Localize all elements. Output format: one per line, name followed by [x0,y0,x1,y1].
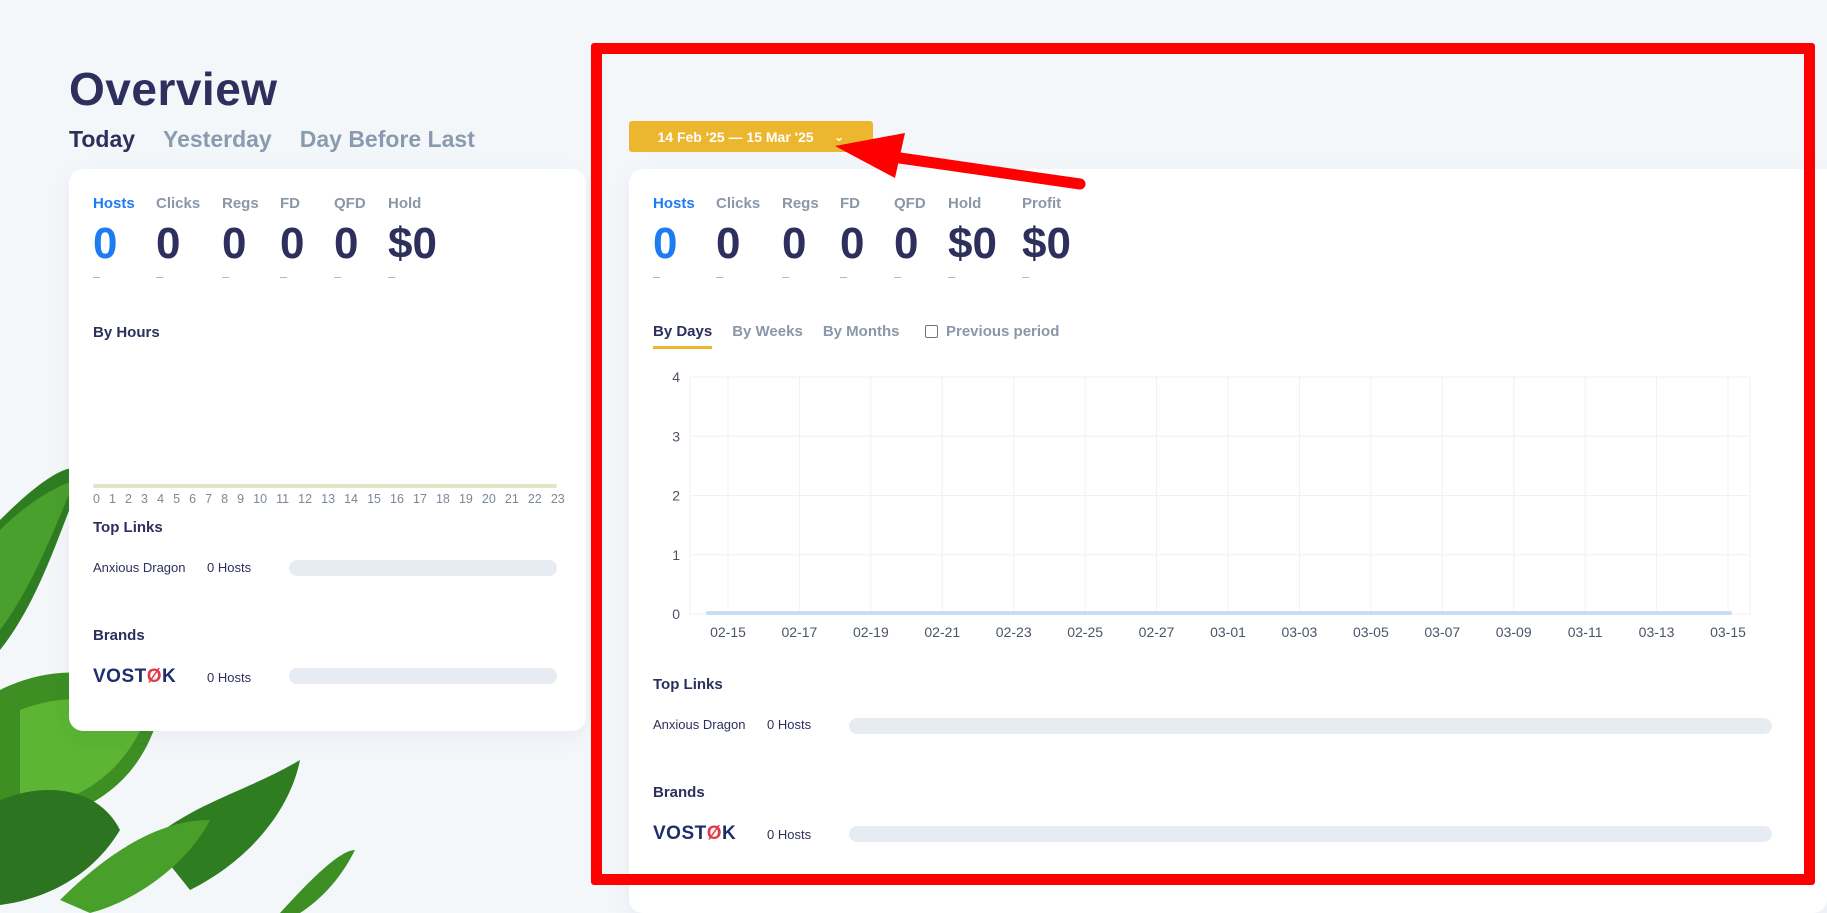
brand-row[interactable]: VOSTØK 0 Hosts [93,666,251,688]
hours-axis-labels: 0 1 2 3 4 5 6 7 8 9 10 11 12 13 14 15 16 17 18 19 20 21 22 23 [93,492,565,506]
metric-value: $0 [388,219,437,268]
metric-qfd[interactable]: QFD 0 – [334,195,388,283]
hour-tick-label: 2 [125,492,132,506]
hour-tick-label: 5 [173,492,181,506]
hour-tick-label: 6 [189,492,197,506]
metric-change: – [334,269,342,284]
metric-label: Clicks [156,195,201,212]
hour-tick-label: 8 [221,492,229,506]
hour-tick-label: 19 [458,492,473,506]
hour-tick-label: 4 [157,492,165,506]
top-link-row[interactable]: Anxious Dragon 0 Hosts [93,560,251,575]
hour-tick-label: 13 [321,492,336,506]
metric-label: QFD [334,195,366,212]
hour-tick-label: 18 [435,492,450,506]
hour-tick-label: 3 [141,492,148,506]
metric-label: FD [280,195,300,212]
metric-label: Hosts [93,195,135,212]
hour-tick-label: 1 [109,492,116,506]
metric-change: – [156,269,164,284]
highlight-box [591,43,1815,885]
metric-value: 0 [93,219,118,268]
top-links-title: Top Links [93,519,163,536]
metric-value: 0 [280,219,305,268]
by-hours-title: By Hours [93,324,160,341]
metric-hold[interactable]: Hold $0 – [388,195,458,283]
hour-tick-label: 14 [344,492,359,506]
day-tabs: Today Yesterday Day Before Last [69,126,475,153]
tab-day-before-last[interactable]: Day Before Last [300,126,475,153]
hour-tick-label: 17 [413,492,427,506]
hour-tick-label: 11 [276,492,290,506]
metric-change: – [93,269,101,284]
today-metrics: Hosts 0 – Clicks 0 – Regs 0 – FD 0 – QFD… [93,195,458,283]
metric-regs[interactable]: Regs 0 – [222,195,280,283]
hour-tick-label: 22 [527,492,542,506]
hour-tick-label: 9 [237,492,245,506]
hour-tick-label: 7 [205,492,213,506]
metric-hosts[interactable]: Hosts 0 – [93,195,156,283]
link-progress-bar [289,560,557,576]
hours-chart-baseline [93,484,557,488]
page-title: Overview [69,63,278,115]
metric-value: 0 [156,219,181,268]
metric-value: 0 [334,219,359,268]
metric-change: – [280,269,288,284]
hour-tick-label: 15 [367,492,381,506]
metric-change: – [388,269,396,284]
hour-tick-label: 20 [481,492,496,506]
metric-label: Regs [222,195,259,212]
brand-progress-bar [289,668,557,684]
metric-value: 0 [222,219,247,268]
hour-tick-label: 12 [298,492,313,506]
tab-yesterday[interactable]: Yesterday [163,126,272,153]
link-name: Anxious Dragon [93,560,186,575]
hour-tick-label: 21 [504,492,519,506]
brands-title: Brands [93,627,145,644]
brand-hosts: 0 Hosts [207,669,252,685]
vostok-logo: VOSTØK [93,666,177,687]
metric-clicks[interactable]: Clicks 0 – [156,195,222,283]
hour-tick-label: 23 [550,492,565,506]
tab-today[interactable]: Today [69,126,135,153]
metric-fd[interactable]: FD 0 – [280,195,334,283]
metric-label: Hold [388,195,422,212]
link-hosts: 0 Hosts [207,560,252,575]
hour-tick-label: 16 [390,492,404,506]
hour-tick-label: 10 [253,492,268,506]
hour-tick-label: 0 [93,492,100,506]
metric-change: – [222,269,230,284]
